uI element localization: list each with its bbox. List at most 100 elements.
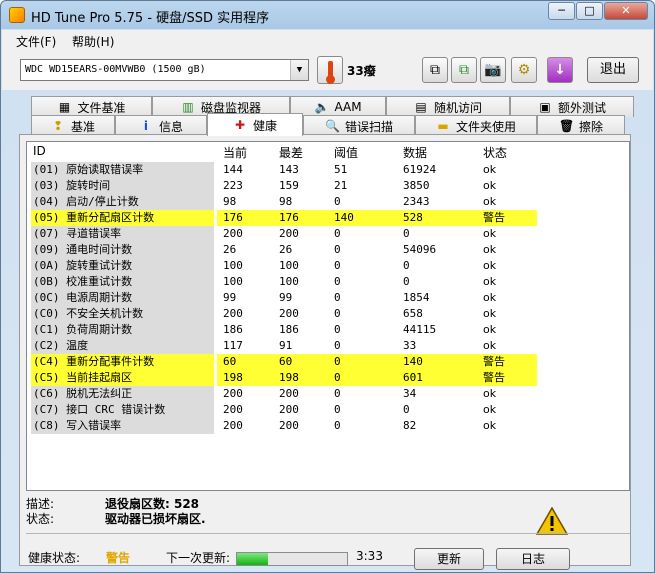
cell-status: ok	[483, 339, 497, 352]
tabs-top-row: ▦ 文件基准 ▥ 磁盘监视器 🔈 AAM ▤ 随机访问 ▣ 额外测试	[31, 96, 634, 117]
cell-data: 0	[403, 259, 410, 272]
cell-current: 200	[223, 387, 243, 400]
cell-data: 140	[403, 355, 423, 368]
toolbar: WDC WD15EARS-00MVWB0 (1500 gB) ▼ 33癈 ⧉ ⧉…	[2, 52, 653, 90]
table-row[interactable]: (C8) 写入错误率 200 200 0 82 ok	[27, 418, 629, 434]
cell-threshold: 0	[334, 355, 341, 368]
cell-status: ok	[483, 163, 497, 176]
col-worst[interactable]: 最差	[279, 144, 303, 161]
status-value: 驱动器已损坏扇区.	[105, 512, 206, 526]
cell-worst: 186	[279, 323, 299, 336]
cell-current: 176	[223, 211, 243, 224]
thermometer-icon	[317, 56, 343, 84]
cell-threshold: 0	[334, 275, 341, 288]
cell-worst: 200	[279, 387, 299, 400]
cell-worst: 200	[279, 403, 299, 416]
cell-current: 186	[223, 323, 243, 336]
col-threshold[interactable]: 阈值	[334, 144, 358, 161]
table-row[interactable]: (C1) 负荷周期计数 186 186 0 44115 ok	[27, 322, 629, 338]
cell-threshold: 0	[334, 403, 341, 416]
refresh-button[interactable]: 更新	[414, 548, 484, 570]
tab-error-scan[interactable]: 🔍 错误扫描	[303, 115, 415, 136]
cell-threshold: 51	[334, 163, 348, 176]
info-icon: i	[143, 119, 149, 133]
cell-id: (C2) 温度	[31, 338, 214, 354]
cell-id: (C0) 不安全关机计数	[31, 306, 214, 322]
cell-worst: 100	[279, 259, 299, 272]
col-status[interactable]: 状态	[483, 144, 507, 161]
minimize-button[interactable]: ─	[548, 2, 575, 20]
table-row[interactable]: (0B) 校准重试计数 100 100 0 0 ok	[27, 274, 629, 290]
divider	[26, 533, 630, 534]
tab-benchmark[interactable]: ❢ 基准	[31, 115, 115, 136]
cell-current: 200	[223, 227, 243, 240]
cell-current: 60	[223, 355, 237, 368]
tab-health[interactable]: ✚ 健康	[207, 113, 303, 136]
table-row[interactable]: (C2) 温度 117 91 0 33 ok	[27, 338, 629, 354]
status-bar: 健康状态: 警告 下一次更新: 3:33 更新 日志	[26, 545, 630, 570]
cell-current: 100	[223, 259, 243, 272]
cell-id: (C5) 当前挂起扇区	[31, 370, 214, 386]
tab-folder-usage[interactable]: ▬ 文件夹使用	[415, 115, 537, 136]
table-row[interactable]: (0A) 旋转重试计数 100 100 0 0 ok	[27, 258, 629, 274]
cell-current: 144	[223, 163, 243, 176]
menu-help[interactable]: 帮助(H)	[72, 33, 114, 50]
menu-file[interactable]: 文件(F)	[16, 33, 56, 50]
cell-data: 601	[403, 371, 423, 384]
tab-aam[interactable]: 🔈 AAM	[290, 96, 386, 117]
status-label: 状态:	[26, 512, 55, 526]
trash-icon: 🗑	[558, 119, 575, 133]
health-status-label: 健康状态:	[28, 551, 81, 565]
chevron-down-icon: ▼	[290, 60, 308, 80]
cell-worst: 91	[279, 339, 293, 352]
cell-threshold: 0	[334, 339, 341, 352]
table-row[interactable]: (01) 原始读取错误率 144 143 51 61924 ok	[27, 162, 629, 178]
tab-file-benchmark[interactable]: ▦ 文件基准	[31, 96, 152, 117]
cell-threshold: 0	[334, 227, 341, 240]
save-button[interactable]: ↓	[547, 57, 573, 83]
cell-current: 200	[223, 403, 243, 416]
table-row[interactable]: (C6) 脱机无法纠正 200 200 0 34 ok	[27, 386, 629, 402]
table-row[interactable]: (04) 启动/停止计数 98 98 0 2343 ok	[27, 194, 629, 210]
smart-table: ID 当前 最差 阈值 数据 状态 (01) 原始读取错误率 144 143 51 61…	[26, 141, 630, 491]
screenshot-button[interactable]: 📷	[480, 57, 506, 83]
next-update-label: 下一次更新:	[166, 551, 231, 565]
countdown-timer: 3:33	[356, 549, 383, 563]
table-row[interactable]: (0C) 电源周期计数 99 99 0 1854 ok	[27, 290, 629, 306]
title-bar[interactable]: HD Tune Pro 5.75 - 硬盘/SSD 实用程序 ─ □ ✕	[1, 1, 654, 29]
tab-extra-tests[interactable]: ▣ 额外测试	[510, 96, 634, 117]
options-button[interactable]: ⚙	[511, 57, 537, 83]
close-button[interactable]: ✕	[604, 2, 648, 20]
cell-id: (C6) 脱机无法纠正	[31, 386, 214, 402]
cell-data: 44115	[403, 323, 437, 336]
folder-icon: ▬	[437, 119, 449, 133]
copy-info-button[interactable]: ⧉	[422, 57, 448, 83]
col-current[interactable]: 当前	[223, 144, 247, 161]
exit-button[interactable]: 退出	[587, 57, 639, 83]
cell-threshold: 140	[334, 211, 354, 224]
maximize-button[interactable]: □	[576, 2, 603, 20]
table-row[interactable]: (07) 寻道错误率 200 200 0 0 ok	[27, 226, 629, 242]
cell-status: 警告	[483, 211, 505, 224]
cell-id: (0A) 旋转重试计数	[31, 258, 214, 274]
tab-random-access[interactable]: ▤ 随机访问	[386, 96, 510, 117]
table-row[interactable]: (09) 通电时间计数 26 26 0 54096 ok	[27, 242, 629, 258]
cell-id: (04) 启动/停止计数	[31, 194, 214, 210]
tab-info[interactable]: i 信息	[115, 115, 207, 136]
log-button[interactable]: 日志	[496, 548, 570, 570]
table-row[interactable]: (C7) 接口 CRC 错误计数 200 200 0 0 ok	[27, 402, 629, 418]
col-data[interactable]: 数据	[403, 144, 427, 161]
table-row[interactable]: (05) 重新分配扇区计数 176 176 140 528 警告	[27, 210, 629, 226]
tab-erase[interactable]: 🗑 擦除	[537, 115, 625, 136]
cell-data: 82	[403, 419, 417, 432]
table-row[interactable]: (C4) 重新分配事件计数 60 60 0 140 警告	[27, 354, 629, 370]
table-row[interactable]: (03) 旋转时间 223 159 21 3850 ok	[27, 178, 629, 194]
drive-select[interactable]: WDC WD15EARS-00MVWB0 (1500 gB) ▼	[20, 59, 309, 81]
table-row[interactable]: (C5) 当前挂起扇区 198 198 0 601 警告	[27, 370, 629, 386]
table-row[interactable]: (C0) 不安全关机计数 200 200 0 658 ok	[27, 306, 629, 322]
col-id[interactable]: ID	[33, 144, 46, 158]
cell-current: 98	[223, 195, 237, 208]
cell-status: ok	[483, 403, 497, 416]
cell-id: (03) 旋转时间	[31, 178, 214, 194]
copy-report-button[interactable]: ⧉	[451, 57, 477, 83]
